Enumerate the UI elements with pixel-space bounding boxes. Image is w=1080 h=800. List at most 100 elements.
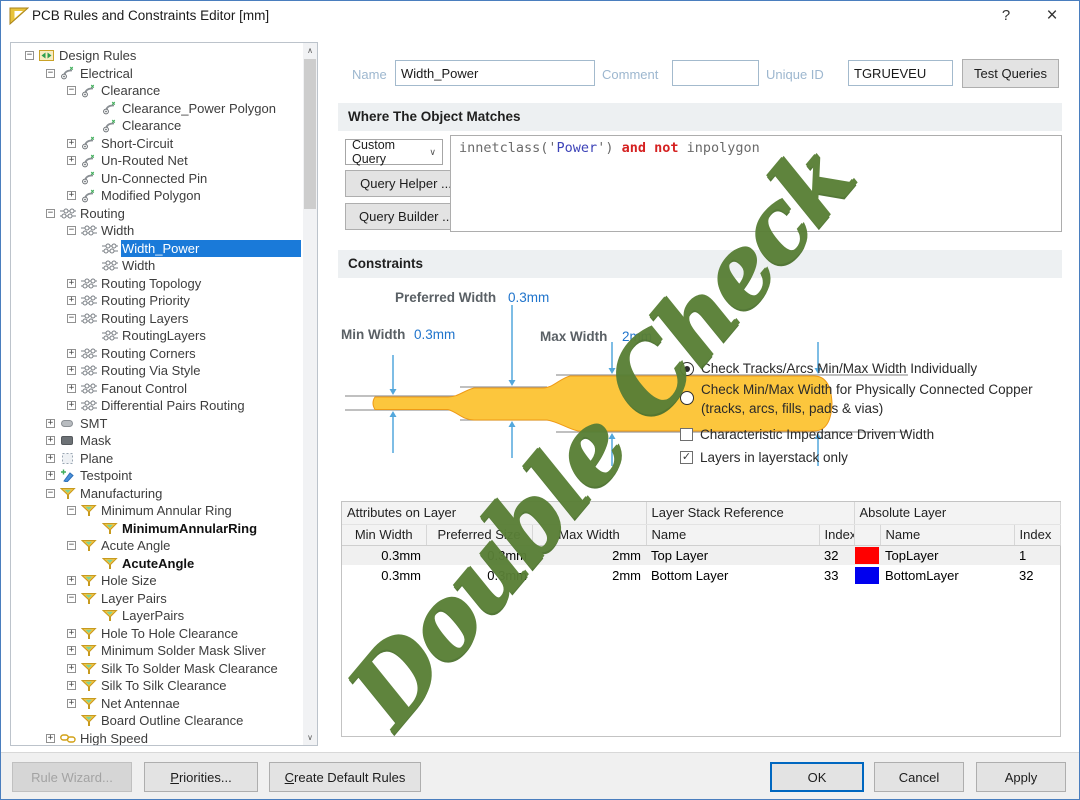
cell-al-name[interactable]: TopLayer bbox=[880, 545, 1014, 565]
scrollbar-thumb[interactable] bbox=[304, 59, 316, 209]
cell-ls-name[interactable]: Bottom Layer bbox=[646, 565, 819, 585]
cell-max-width[interactable]: 2mm bbox=[532, 565, 646, 585]
cell-ls-name[interactable]: Top Layer bbox=[646, 545, 819, 565]
tree-item-layerpairs[interactable]: LayerPairs bbox=[88, 607, 301, 625]
query-editor[interactable]: innetclass('Power') and not inpolygon bbox=[450, 135, 1062, 232]
comment-input[interactable] bbox=[672, 60, 759, 86]
tree-item-width[interactable]: −Width bbox=[67, 222, 301, 240]
tree-item-routing[interactable]: −Routing bbox=[46, 205, 301, 223]
tree-item-fanout-control[interactable]: +Fanout Control bbox=[67, 380, 301, 398]
group-absolute-layer[interactable]: Absolute Layer bbox=[854, 502, 1060, 524]
expander-minus-icon[interactable]: − bbox=[46, 209, 55, 218]
cell-al-index[interactable]: 32 bbox=[1014, 565, 1060, 585]
cancel-button[interactable]: Cancel bbox=[874, 762, 964, 792]
col-al-index[interactable]: Index bbox=[1014, 524, 1060, 545]
cell-preferred-size[interactable]: 0.3mm bbox=[426, 545, 532, 565]
expander-minus-icon[interactable]: − bbox=[46, 69, 55, 78]
tree-item-silk-to-solder-mask-clearance[interactable]: +Silk To Solder Mask Clearance bbox=[67, 660, 301, 678]
expander-minus-icon[interactable]: − bbox=[67, 506, 76, 515]
tree-item-routing-priority[interactable]: +Routing Priority bbox=[67, 292, 301, 310]
cell-color[interactable] bbox=[854, 545, 880, 565]
expander-plus-icon[interactable]: + bbox=[67, 699, 76, 708]
expander-plus-icon[interactable]: + bbox=[46, 454, 55, 463]
cell-preferred-size[interactable]: 0.3mm bbox=[426, 565, 532, 585]
expander-plus-icon[interactable]: + bbox=[67, 681, 76, 690]
col-ls-name[interactable]: Name bbox=[646, 524, 819, 545]
cell-al-index[interactable]: 1 bbox=[1014, 545, 1060, 565]
tree-item-high-speed[interactable]: +High Speed bbox=[46, 730, 301, 747]
cell-ls-index[interactable]: 32 bbox=[819, 545, 854, 565]
cell-min-width[interactable]: 0.3mm bbox=[342, 565, 426, 585]
expander-plus-icon[interactable]: + bbox=[46, 734, 55, 743]
tree-item-routing-topology[interactable]: +Routing Topology bbox=[67, 275, 301, 293]
tree-item-clearance[interactable]: Clearance bbox=[88, 117, 301, 135]
layer-color-swatch[interactable] bbox=[855, 547, 879, 564]
expander-minus-icon[interactable]: − bbox=[46, 489, 55, 498]
checkbox-layers-in-layerstack[interactable]: ✓ bbox=[680, 451, 693, 464]
col-color[interactable] bbox=[854, 524, 880, 545]
ok-button[interactable]: OK bbox=[770, 762, 864, 792]
layer-color-swatch[interactable] bbox=[855, 567, 879, 584]
expander-minus-icon[interactable]: − bbox=[67, 541, 76, 550]
expander-minus-icon[interactable]: − bbox=[67, 86, 76, 95]
tree-item-routinglayers[interactable]: RoutingLayers bbox=[88, 327, 301, 345]
expander-plus-icon[interactable]: + bbox=[67, 664, 76, 673]
tree-item-un-connected-pin[interactable]: Un-Connected Pin bbox=[67, 170, 301, 188]
name-input[interactable] bbox=[395, 60, 595, 86]
expander-plus-icon[interactable]: + bbox=[67, 349, 76, 358]
radio-check-individually[interactable] bbox=[680, 362, 694, 376]
unique-id-input[interactable] bbox=[848, 60, 953, 86]
help-icon[interactable]: ? bbox=[984, 0, 1028, 31]
tree-item-electrical[interactable]: −Electrical bbox=[46, 65, 301, 83]
expander-plus-icon[interactable]: + bbox=[67, 401, 76, 410]
expander-plus-icon[interactable]: + bbox=[67, 646, 76, 655]
apply-button[interactable]: Apply bbox=[976, 762, 1066, 792]
tree-item-board-outline-clearance[interactable]: Board Outline Clearance bbox=[67, 712, 301, 730]
tree-item-silk-to-silk-clearance[interactable]: +Silk To Silk Clearance bbox=[67, 677, 301, 695]
expander-minus-icon[interactable]: − bbox=[67, 314, 76, 323]
group-attributes-on-layer[interactable]: Attributes on Layer bbox=[342, 502, 646, 524]
expander-minus-icon[interactable]: − bbox=[67, 226, 76, 235]
table-row[interactable]: 0.3mm0.3mm2mmTop Layer32TopLayer1 bbox=[342, 545, 1060, 565]
tree-item-differential-pairs-routing[interactable]: +Differential Pairs Routing bbox=[67, 397, 301, 415]
tree-item-minimum-annular-ring[interactable]: −Minimum Annular Ring bbox=[67, 502, 301, 520]
col-min-width[interactable]: Min Width bbox=[342, 524, 426, 545]
tree-item-clearance-power-polygon[interactable]: Clearance_Power Polygon bbox=[88, 100, 301, 118]
tree-item-minimum-solder-mask-sliver[interactable]: +Minimum Solder Mask Sliver bbox=[67, 642, 301, 660]
expander-plus-icon[interactable]: + bbox=[46, 471, 55, 480]
tree-item-hole-to-hole-clearance[interactable]: +Hole To Hole Clearance bbox=[67, 625, 301, 643]
tree-item-mask[interactable]: +Mask bbox=[46, 432, 301, 450]
close-icon[interactable]: × bbox=[1030, 0, 1074, 31]
tree-scrollbar[interactable]: ∧ ∨ bbox=[303, 43, 317, 745]
tree-item-design-rules[interactable]: −Design Rules bbox=[25, 47, 301, 65]
cell-ls-index[interactable]: 33 bbox=[819, 565, 854, 585]
expander-minus-icon[interactable]: − bbox=[67, 594, 76, 603]
expander-minus-icon[interactable]: − bbox=[25, 51, 34, 60]
tree-item-acuteangle[interactable]: AcuteAngle bbox=[88, 555, 301, 573]
tree-item-routing-layers[interactable]: −Routing Layers bbox=[67, 310, 301, 328]
tree-item-clearance[interactable]: −Clearance bbox=[67, 82, 301, 100]
cell-color[interactable] bbox=[854, 565, 880, 585]
tree-item-smt[interactable]: +SMT bbox=[46, 415, 301, 433]
cell-min-width[interactable]: 0.3mm bbox=[342, 545, 426, 565]
tree-item-net-antennae[interactable]: +Net Antennae bbox=[67, 695, 301, 713]
col-preferred-size[interactable]: Preferred Size bbox=[426, 524, 532, 545]
tree-item-width[interactable]: Width bbox=[88, 257, 301, 275]
test-queries-button[interactable]: Test Queries bbox=[962, 59, 1059, 88]
expander-plus-icon[interactable]: + bbox=[67, 191, 76, 200]
tree-item-testpoint[interactable]: +Testpoint bbox=[46, 467, 301, 485]
col-ls-index[interactable]: Index bbox=[819, 524, 854, 545]
scroll-up-icon[interactable]: ∧ bbox=[303, 43, 317, 58]
expander-plus-icon[interactable]: + bbox=[46, 436, 55, 445]
cell-al-name[interactable]: BottomLayer bbox=[880, 565, 1014, 585]
expander-plus-icon[interactable]: + bbox=[67, 366, 76, 375]
expander-plus-icon[interactable]: + bbox=[67, 296, 76, 305]
expander-plus-icon[interactable]: + bbox=[46, 419, 55, 428]
tree-item-modified-polygon[interactable]: +Modified Polygon bbox=[67, 187, 301, 205]
table-row[interactable]: 0.3mm0.3mm2mmBottom Layer33BottomLayer32 bbox=[342, 565, 1060, 585]
group-layer-stack-reference[interactable]: Layer Stack Reference bbox=[646, 502, 854, 524]
tree-item-hole-size[interactable]: +Hole Size bbox=[67, 572, 301, 590]
create-default-rules-button[interactable]: Create Default Rules bbox=[269, 762, 421, 792]
tree-item-manufacturing[interactable]: −Manufacturing bbox=[46, 485, 301, 503]
col-max-width[interactable]: Max Width bbox=[532, 524, 646, 545]
